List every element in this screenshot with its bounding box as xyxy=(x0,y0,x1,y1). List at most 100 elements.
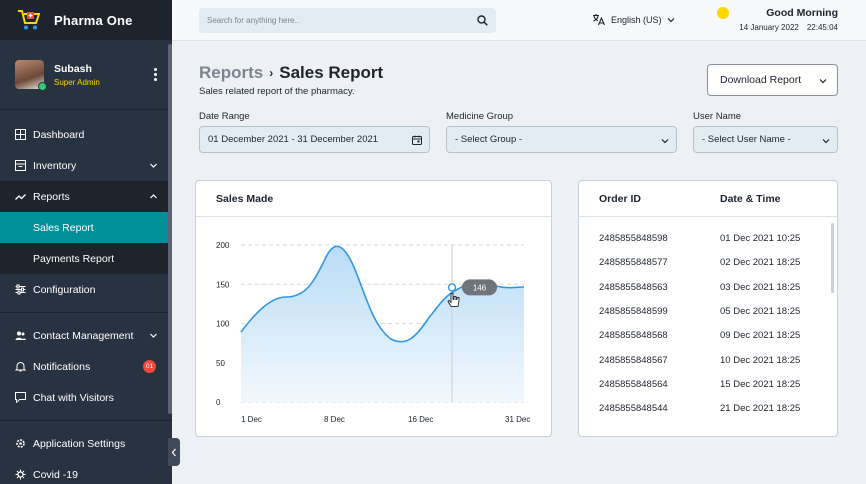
user-profile[interactable]: Subash Super Admin xyxy=(0,40,172,110)
hover-point[interactable] xyxy=(447,283,457,292)
search-input[interactable]: Search for anything here.. xyxy=(199,8,496,33)
sidebar-item-label: Dashboard xyxy=(33,128,85,141)
datetime: 14 January 2022 22:45:04 xyxy=(739,23,838,32)
sidebar-item-notifications[interactable]: Notifications 01 xyxy=(0,351,172,382)
order-id-cell: 2485855848568 xyxy=(599,330,668,342)
sidebar: Pharma One Subash Super Admin Dashboard … xyxy=(0,0,172,484)
date-range-field[interactable]: 01 December 2021 - 31 December 2021 xyxy=(199,126,430,153)
chevron-down-icon xyxy=(661,139,669,144)
table-row[interactable]: 2485855848599 05 Dec 2021 18:25 xyxy=(579,306,837,320)
greeting-block: Good Morning 14 January 2022 22:45:04 xyxy=(717,7,838,32)
user-name-select[interactable]: - Select User Name - xyxy=(693,126,838,153)
sidebar-item-label: Contact Management xyxy=(33,329,134,342)
sidebar-item-label: Inventory xyxy=(33,159,77,172)
col-order-id: Order ID xyxy=(599,192,642,205)
x-tick-label: 31 Dec xyxy=(505,415,530,424)
main-content: Reports › Sales Report Sales related rep… xyxy=(172,41,866,484)
date-range-label: Date Range xyxy=(199,111,250,122)
sidebar-subitem-payments-report[interactable]: Payments Report xyxy=(0,243,172,274)
more-options-icon[interactable] xyxy=(154,68,158,81)
download-report-label: Download Report xyxy=(720,74,802,86)
chevron-down-icon xyxy=(667,17,674,22)
order-datetime-cell: 01 Dec 2021 10:25 xyxy=(720,233,801,244)
sidebar-item-inventory[interactable]: Inventory xyxy=(0,150,172,181)
table-row[interactable]: 2485855848568 09 Dec 2021 18:25 xyxy=(579,330,837,344)
chevron-up-icon xyxy=(150,194,157,199)
user-name-label: User Name xyxy=(693,111,742,122)
sidebar-subitem-sales-report[interactable]: Sales Report xyxy=(0,212,172,243)
gear-icon xyxy=(16,439,25,448)
y-tick-label: 50 xyxy=(216,359,225,368)
sales-made-title: Sales Made xyxy=(196,181,551,217)
chevron-down-icon xyxy=(822,139,830,144)
language-selector[interactable]: English (US) xyxy=(592,13,675,26)
table-row[interactable]: 2485855848577 02 Dec 2021 18:25 xyxy=(579,257,837,271)
medicine-group-value: - Select Group - xyxy=(455,134,523,145)
date-range-value: 01 December 2021 - 31 December 2021 xyxy=(208,134,379,145)
user-role: Super Admin xyxy=(54,77,100,87)
breadcrumb-parent[interactable]: Reports xyxy=(199,63,263,83)
breadcrumb-separator: › xyxy=(269,66,274,80)
inventory-icon xyxy=(15,160,26,171)
x-tick-label: 8 Dec xyxy=(324,415,345,424)
user-name: Subash xyxy=(54,62,92,75)
sidebar-item-label: Application Settings xyxy=(33,437,126,450)
breadcrumb: Reports › Sales Report xyxy=(199,63,383,83)
sidebar-item-label: Notifications xyxy=(33,360,91,373)
page-title: Sales Report xyxy=(279,63,384,82)
chart-trend-icon xyxy=(15,194,26,200)
order-datetime-cell: 15 Dec 2021 18:25 xyxy=(720,378,801,390)
sidebar-item-application-settings[interactable]: Application Settings xyxy=(0,428,172,459)
current-time: 22:45:04 xyxy=(806,23,838,32)
order-datetime-cell: 09 Dec 2021 18:25 xyxy=(720,330,801,342)
sidebar-item-label: Sales Report xyxy=(33,221,94,234)
sales-chart[interactable]: 200 150 100 50 0 1 Dec 8 Dec 16 Dec 31 Dec 146 xyxy=(196,217,551,436)
sidebar-item-label: Reports xyxy=(33,190,70,203)
search-icon[interactable] xyxy=(477,15,488,26)
notifications-badge: 01 xyxy=(143,360,156,373)
table-row[interactable]: 2485855848567 10 Dec 2021 18:25 xyxy=(579,355,837,369)
table-row[interactable]: 2485855848563 03 Dec 2021 18:25 xyxy=(579,282,837,296)
sidebar-item-label: Covid -19 xyxy=(33,468,78,481)
order-id-cell: 2485855848567 xyxy=(599,354,668,366)
sidebar-item-label: Chat with Visitors xyxy=(33,391,114,404)
language-label: English (US) xyxy=(611,14,662,25)
sidebar-item-covid[interactable]: Covid -19 xyxy=(0,459,172,484)
col-date-time: Date & Time xyxy=(720,192,781,205)
online-status-dot xyxy=(38,82,47,91)
sidebar-item-chat[interactable]: Chat with Visitors xyxy=(0,382,172,413)
x-tick-label: 16 Dec xyxy=(408,415,433,424)
translate-icon xyxy=(593,14,605,26)
orders-card: Order ID Date & Time 2485855848598 01 Dec… xyxy=(578,180,838,437)
table-row[interactable]: 2485855848544 21 Dec 2021 18:25 xyxy=(579,403,837,417)
sidebar-item-contact-management[interactable]: Contact Management xyxy=(0,320,172,351)
sidebar-item-reports[interactable]: Reports xyxy=(0,181,172,212)
table-row[interactable]: 2485855848564 15 Dec 2021 18:25 xyxy=(579,379,837,393)
y-tick-label: 200 xyxy=(216,241,230,250)
page-subtitle: Sales related report of the pharmacy. xyxy=(199,86,355,97)
avatar xyxy=(15,60,47,91)
order-id-cell: 2485855848564 xyxy=(599,378,668,390)
sales-area xyxy=(241,246,524,402)
chevron-down-icon xyxy=(150,163,157,168)
virus-icon xyxy=(15,469,26,480)
order-datetime-cell: 02 Dec 2021 18:25 xyxy=(720,257,801,269)
chat-icon xyxy=(15,392,26,403)
orders-scrollbar[interactable] xyxy=(831,223,834,293)
orders-header: Order ID Date & Time xyxy=(579,181,837,217)
order-id-cell: 2485855848577 xyxy=(599,257,668,269)
brand[interactable]: Pharma One xyxy=(0,0,172,40)
search-placeholder: Search for anything here.. xyxy=(207,16,300,25)
dashboard-icon xyxy=(15,129,26,140)
calendar-icon[interactable] xyxy=(412,135,422,145)
download-report-button[interactable]: Download Report xyxy=(707,64,838,96)
medicine-group-select[interactable]: - Select Group - xyxy=(446,126,677,153)
sidebar-item-dashboard[interactable]: Dashboard xyxy=(0,119,172,150)
table-row[interactable]: 2485855848598 01 Dec 2021 10:25 xyxy=(579,233,837,247)
sidebar-item-configuration[interactable]: Configuration xyxy=(0,274,172,305)
bell-icon xyxy=(15,362,26,372)
sales-made-card: Sales Made 200 150 100 50 0 1 Dec 8 Dec 16 Dec 3… xyxy=(195,180,552,437)
top-header: Search for anything here.. English (US) … xyxy=(172,0,866,41)
greeting: Good Morning xyxy=(766,7,838,19)
current-date: 14 January 2022 xyxy=(739,23,799,32)
